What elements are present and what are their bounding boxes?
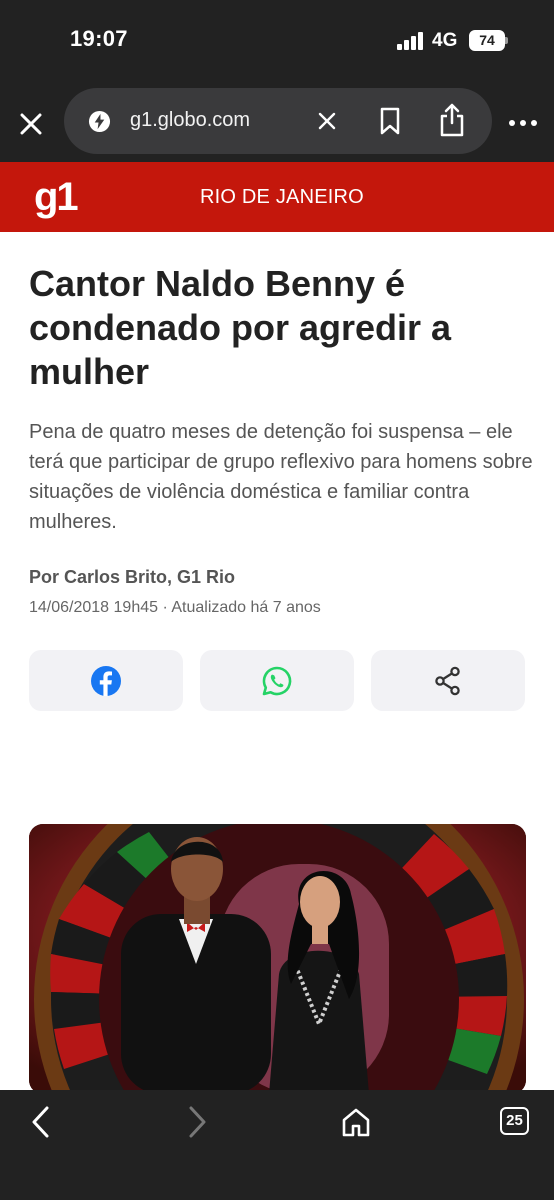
site-header: g1 RIO DE JANEIRO [0, 162, 554, 232]
back-icon[interactable] [28, 1104, 52, 1140]
article-subheadline: Pena de quatro meses de detenção foi sus… [29, 421, 533, 533]
bookmark-icon[interactable] [378, 107, 402, 135]
share-facebook-button[interactable] [29, 650, 183, 711]
battery-icon: 74 [469, 30, 505, 51]
article-byline: Por Carlos Brito, G1 Rio [29, 567, 236, 587]
share-icon[interactable] [438, 102, 466, 138]
close-icon[interactable] [16, 109, 46, 139]
more-icon[interactable] [508, 118, 538, 128]
status-time: 19:07 [70, 26, 128, 51]
share-more-button[interactable] [371, 650, 525, 711]
g1-logo[interactable]: g1 [34, 175, 79, 220]
tabs-button[interactable]: 25 [500, 1107, 529, 1135]
status-bar: 19:07 4G 74 [0, 0, 554, 86]
network-label: 4G [432, 30, 458, 51]
clear-icon[interactable] [316, 110, 338, 132]
share-whatsapp-button[interactable] [200, 650, 354, 711]
article-headline: Cantor Naldo Benny é condenado por agred… [29, 263, 452, 392]
section-label[interactable]: RIO DE JANEIRO [200, 186, 364, 209]
browser-toolbar: g1.globo.com [0, 86, 554, 162]
browser-bottom-bar: 25 [0, 1090, 554, 1200]
photo-illustration [29, 824, 526, 1094]
article-photo[interactable] [29, 824, 526, 1094]
home-icon[interactable] [340, 1106, 372, 1138]
site-lightning-icon [88, 110, 111, 133]
forward-icon[interactable] [186, 1104, 210, 1140]
url-text[interactable]: g1.globo.com [130, 109, 250, 132]
signal-icon [397, 32, 425, 50]
address-bar[interactable]: g1.globo.com [64, 88, 492, 154]
share-nodes-icon [435, 666, 460, 696]
facebook-icon [91, 666, 121, 696]
battery-tip [505, 37, 508, 44]
article-dateline: 14/06/2018 19h45 · Atualizado há 7 anos [29, 599, 321, 616]
whatsapp-icon [262, 666, 292, 696]
